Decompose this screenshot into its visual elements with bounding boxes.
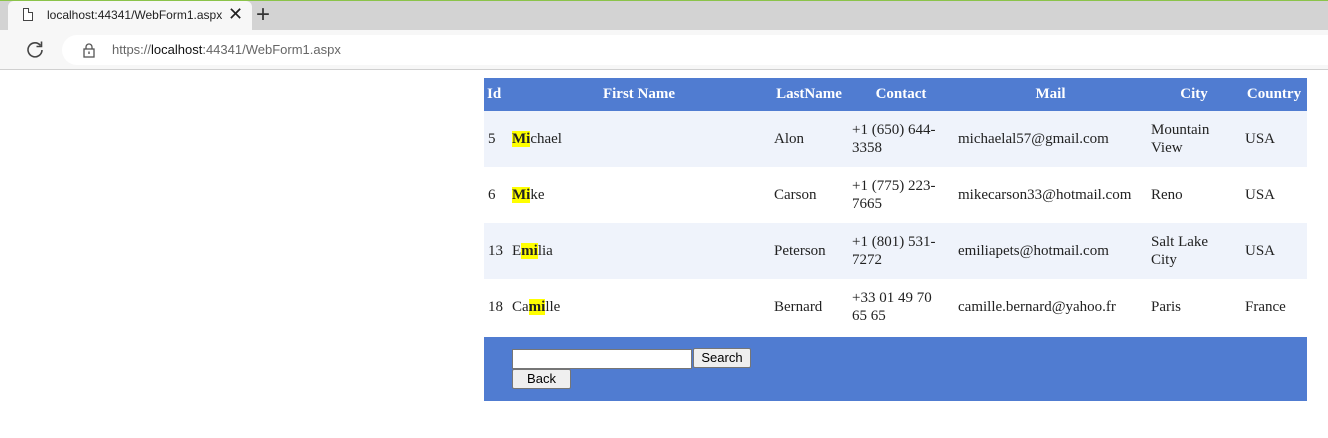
first-name-prefix: Ca	[512, 299, 529, 315]
reload-icon[interactable]	[25, 39, 45, 59]
search-match-highlight: mi	[528, 299, 546, 315]
results-grid: Id First Name LastName Contact Mail City…	[484, 78, 1307, 335]
table-row: 13 Emilia Peterson +1 (801) 531-7272 emi…	[484, 223, 1307, 279]
new-tab-icon[interactable]: +	[256, 3, 270, 27]
url-path: :44341/WebForm1.aspx	[202, 42, 341, 57]
column-header-mail: Mail	[954, 78, 1147, 111]
table-row: 18 Camille Bernard +33 01 49 70 65 65 ca…	[484, 279, 1307, 335]
cell-city: Salt Lake City	[1147, 223, 1241, 279]
search-button[interactable]: Search	[693, 348, 751, 368]
cell-last-name: Peterson	[770, 223, 848, 279]
first-name-suffix: lle	[545, 299, 561, 315]
column-header-city: City	[1147, 78, 1241, 111]
table-row: 6 Mike Carson +1 (775) 223-7665 mikecars…	[484, 167, 1307, 223]
cell-first-name: Michael	[508, 111, 770, 167]
cell-contact: +1 (801) 531-7272	[848, 223, 954, 279]
cell-first-name: Emilia	[508, 223, 770, 279]
cell-last-name: Alon	[770, 111, 848, 167]
search-match-highlight: mi	[521, 243, 538, 259]
url-scheme: https://	[112, 42, 152, 57]
cell-id: 5	[484, 111, 508, 167]
back-button[interactable]: Back	[512, 369, 571, 389]
lock-icon[interactable]	[82, 43, 96, 58]
search-input[interactable]	[512, 349, 692, 369]
column-header-last-name: LastName	[770, 78, 848, 111]
cell-mail: emiliapets@hotmail.com	[954, 223, 1147, 279]
search-footer: Search Back	[484, 337, 1307, 401]
browser-tab[interactable]: localhost:44341/WebForm1.aspx ✕	[8, 1, 252, 31]
first-name-suffix: lia	[537, 243, 553, 259]
column-header-country: Country	[1241, 78, 1307, 111]
page-icon	[23, 8, 33, 21]
cell-id: 18	[484, 279, 508, 335]
first-name-suffix: chael	[530, 131, 562, 147]
tab-strip: localhost:44341/WebForm1.aspx ✕ +	[0, 0, 1328, 31]
tab-title: localhost:44341/WebForm1.aspx	[47, 8, 223, 22]
close-tab-icon[interactable]: ✕	[228, 4, 243, 24]
cell-first-name: Camille	[508, 279, 770, 335]
column-header-first-name: First Name	[508, 78, 770, 111]
table-row: 5 Michael Alon +1 (650) 644-3358 michael…	[484, 111, 1307, 167]
cell-id: 13	[484, 223, 508, 279]
cell-city: Paris	[1147, 279, 1241, 335]
cell-contact: +33 01 49 70 65 65	[848, 279, 954, 335]
first-name-prefix: E	[512, 243, 522, 259]
cell-country: USA	[1241, 167, 1307, 223]
cell-city: Reno	[1147, 167, 1241, 223]
cell-last-name: Carson	[770, 167, 848, 223]
cell-contact: +1 (650) 644-3358	[848, 111, 954, 167]
cell-city: Mountain View	[1147, 111, 1241, 167]
cell-first-name: Mike	[508, 167, 770, 223]
address-bar[interactable]: https://localhost:44341/WebForm1.aspx	[62, 35, 1328, 65]
cell-mail: michaelal57@gmail.com	[954, 111, 1147, 167]
url-host: localhost	[151, 42, 203, 57]
search-match-highlight: Mi	[512, 187, 531, 203]
cell-contact: +1 (775) 223-7665	[848, 167, 954, 223]
url-text: https://localhost:44341/WebForm1.aspx	[112, 42, 341, 57]
search-match-highlight: Mi	[512, 131, 531, 147]
column-header-contact: Contact	[848, 78, 954, 111]
browser-toolbar: https://localhost:44341/WebForm1.aspx	[0, 30, 1328, 70]
header-row: Id First Name LastName Contact Mail City…	[484, 78, 1307, 111]
cell-last-name: Bernard	[770, 279, 848, 335]
cell-country: USA	[1241, 223, 1307, 279]
first-name-suffix: ke	[530, 187, 545, 203]
cell-mail: camille.bernard@yahoo.fr	[954, 279, 1147, 335]
cell-id: 6	[484, 167, 508, 223]
cell-mail: mikecarson33@hotmail.com	[954, 167, 1147, 223]
cell-country: France	[1241, 279, 1307, 335]
column-header-id: Id	[484, 78, 508, 111]
cell-country: USA	[1241, 111, 1307, 167]
